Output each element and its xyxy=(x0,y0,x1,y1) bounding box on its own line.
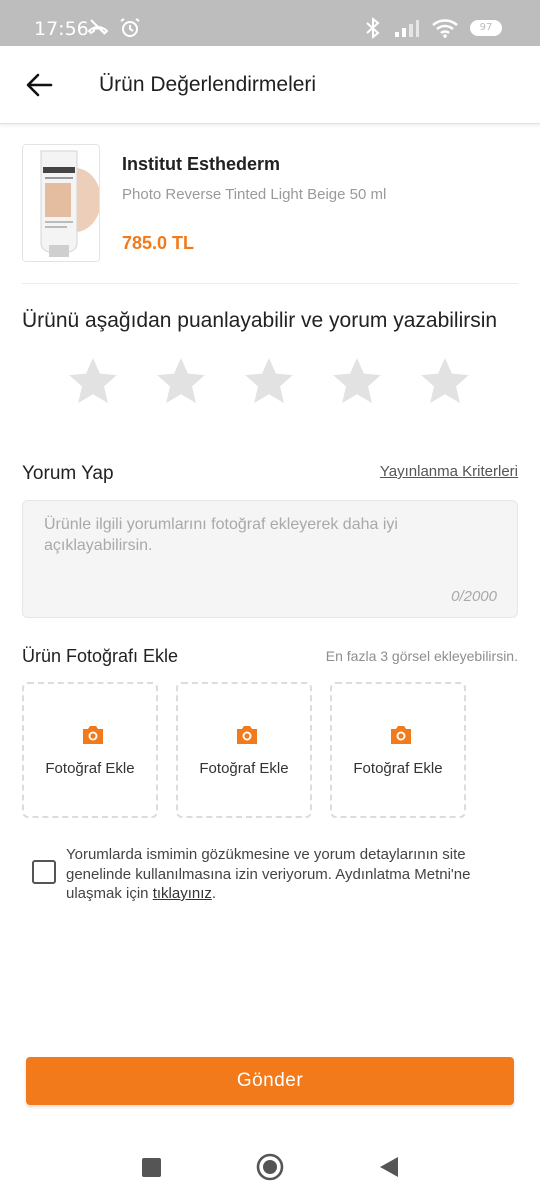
product-card: Institut Esthederm Photo Reverse Tinted … xyxy=(22,144,518,284)
alarm-icon xyxy=(120,18,140,37)
bluetooth-icon xyxy=(366,17,380,39)
page-title: Ürün Değerlendirmeleri xyxy=(99,73,317,96)
system-nav-bar xyxy=(0,1135,540,1200)
star-icon-4[interactable] xyxy=(330,354,384,408)
battery-icon: 97 xyxy=(470,20,502,36)
photo-section-label: Ürün Fotoğrafı Ekle xyxy=(22,646,179,666)
publishing-criteria-link[interactable]: Yayınlanma Kriterleri xyxy=(380,463,518,480)
star-icon-1[interactable] xyxy=(66,354,120,408)
rating-title: Ürünü aşağıdan puanlayabilir ve yorum ya… xyxy=(22,309,498,332)
status-bar: 17:56 97 xyxy=(0,0,540,46)
add-photo-button[interactable]: Fotoğraf Ekle xyxy=(330,682,466,818)
recent-apps-icon[interactable] xyxy=(142,1158,161,1177)
status-left-icons xyxy=(86,16,142,40)
back-arrow-icon[interactable] xyxy=(24,70,54,100)
product-image xyxy=(22,144,100,262)
star-icon-5[interactable] xyxy=(418,354,472,408)
add-photo-label: Fotoğraf Ekle xyxy=(45,760,135,777)
missed-call-icon xyxy=(87,19,109,35)
camera-icon xyxy=(83,726,103,744)
product-name: Photo Reverse Tinted Light Beige 50 ml xyxy=(122,186,387,203)
system-back-icon[interactable] xyxy=(378,1155,400,1179)
character-counter: 0/2000 xyxy=(451,588,497,605)
add-photo-button[interactable]: Fotoğraf Ekle xyxy=(22,682,158,818)
app-bar: Ürün Değerlendirmeleri xyxy=(0,46,540,124)
camera-icon xyxy=(391,726,411,744)
product-brand: Institut Esthederm xyxy=(122,154,281,174)
consent-link[interactable]: tıklayınız xyxy=(153,885,212,902)
submit-button[interactable]: Gönder xyxy=(26,1057,514,1105)
home-icon[interactable] xyxy=(256,1153,284,1181)
add-photo-button[interactable]: Fotoğraf Ekle xyxy=(176,682,312,818)
add-photo-label: Fotoğraf Ekle xyxy=(199,760,289,777)
wifi-icon xyxy=(432,19,458,38)
star-icon-3[interactable] xyxy=(242,354,296,408)
photo-limit-hint: En fazla 3 görsel ekleyebilirsin. xyxy=(325,648,518,664)
star-rating[interactable] xyxy=(66,354,472,408)
add-photo-label: Fotoğraf Ekle xyxy=(353,760,443,777)
product-price: 785.0 TL xyxy=(122,233,195,253)
comment-textarea[interactable]: Ürünle ilgili yorumlarını fotoğraf ekley… xyxy=(22,500,518,618)
status-right-icons: 97 xyxy=(364,17,502,39)
camera-icon xyxy=(237,726,257,744)
comment-label: Yorum Yap xyxy=(22,463,114,484)
comment-placeholder: Ürünle ilgili yorumlarını fotoğraf ekley… xyxy=(44,516,398,554)
photo-slots: Fotoğraf Ekle Fotoğraf Ekle Fotoğraf Ekl… xyxy=(22,682,466,818)
status-time: 17:56 xyxy=(34,18,89,40)
signal-icon xyxy=(395,20,419,37)
consent-text-suffix: . xyxy=(211,885,217,902)
consent-text-body: Yorumlarda ismimin gözükmesine ve yorum … xyxy=(66,846,471,902)
consent-text: Yorumlarda ismimin gözükmesine ve yorum … xyxy=(66,845,516,904)
consent-checkbox[interactable] xyxy=(32,860,56,884)
star-icon-2[interactable] xyxy=(154,354,208,408)
